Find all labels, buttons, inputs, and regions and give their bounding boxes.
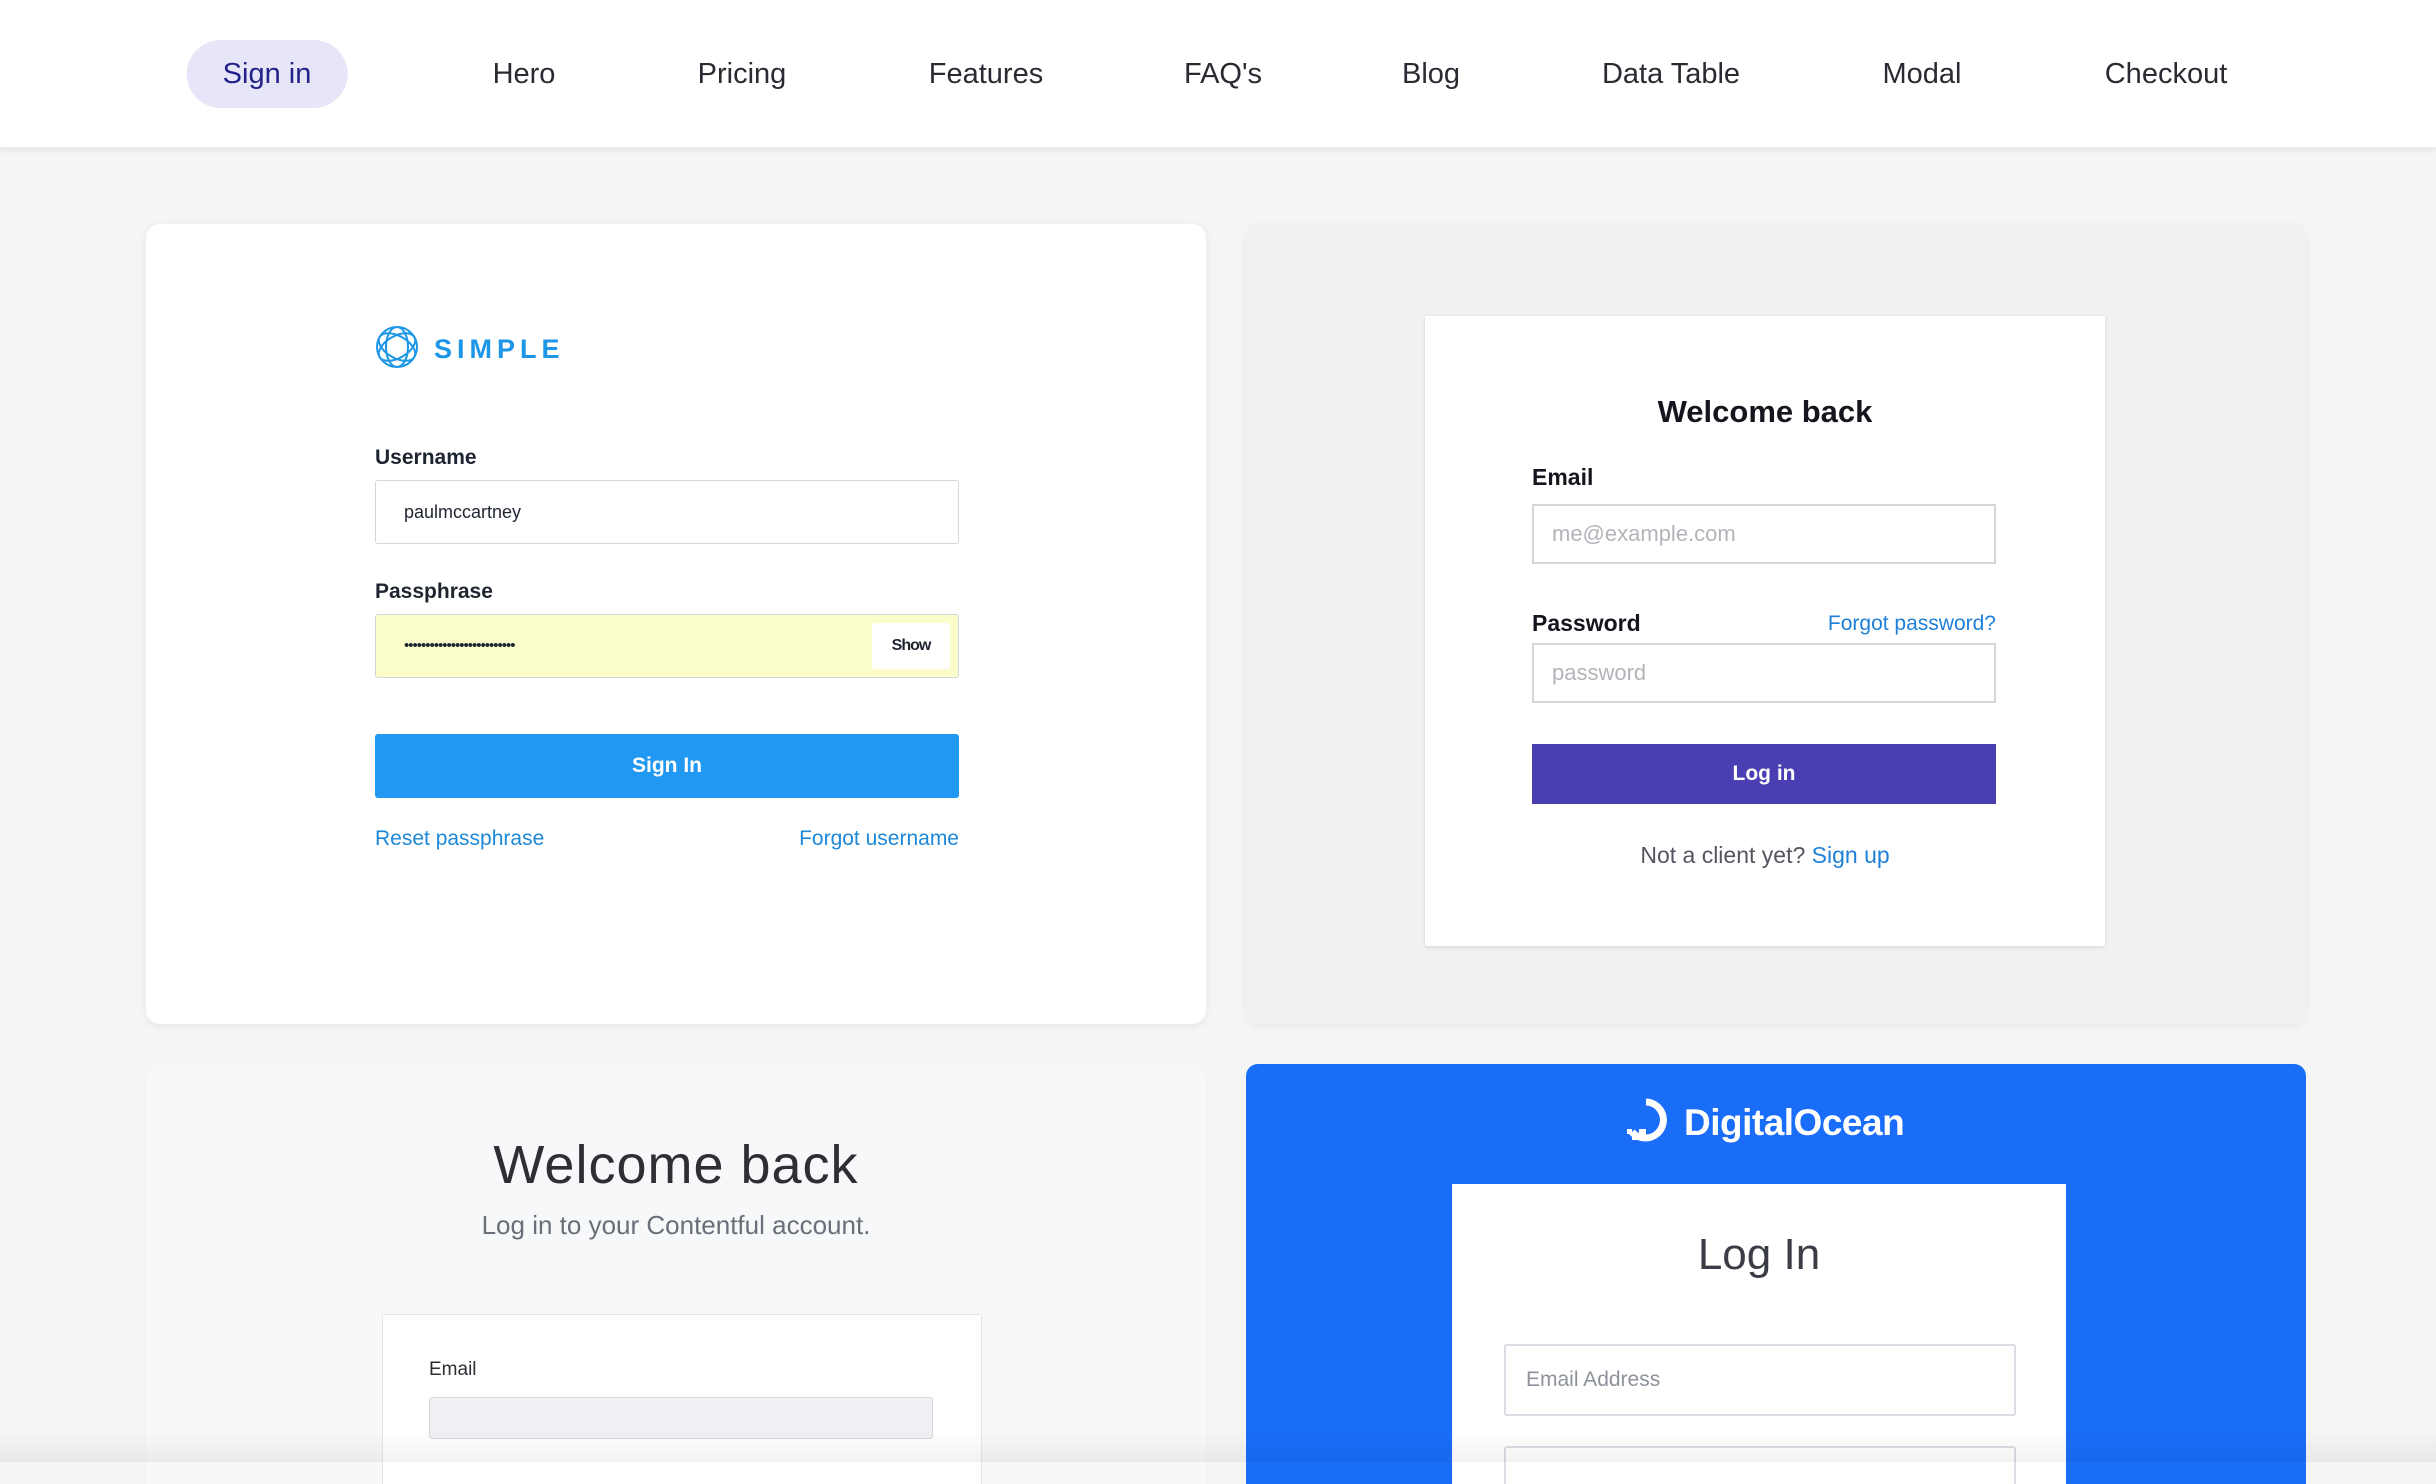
digitalocean-brand-name: DigitalOcean — [1684, 1101, 1905, 1143]
sign-in-button[interactable]: Sign In — [375, 734, 959, 798]
password-label: Password — [1532, 610, 1641, 636]
contentful-email-label: Email — [429, 1359, 477, 1380]
contentful-title: Welcome back — [493, 1135, 859, 1195]
username-label: Username — [375, 446, 477, 469]
simple-brand-name: SIMPLE — [434, 334, 565, 364]
nav-item-pricing[interactable]: Pricing — [698, 40, 787, 108]
sign-up-link[interactable]: Sign up — [1812, 842, 1890, 868]
digitalocean-password-input[interactable] — [1504, 1446, 2016, 1484]
forgot-password-link[interactable]: Forgot password? — [1828, 612, 1996, 636]
nav-item-modal[interactable]: Modal — [1883, 40, 1962, 108]
welcome-login-panel: Welcome back Email me@example.com Passwo… — [1425, 316, 2105, 946]
email-input[interactable]: me@example.com — [1532, 504, 1996, 564]
username-input[interactable]: paulmccartney — [375, 480, 959, 544]
passphrase-input[interactable]: •••••••••••••••••••••••••• Show — [375, 614, 959, 678]
forgot-username-link[interactable]: Forgot username — [799, 827, 959, 851]
digitalocean-logo-icon — [1622, 1096, 1670, 1149]
simple-logo: SIMPLE — [374, 324, 565, 375]
contentful-form: Email — [382, 1314, 982, 1484]
nav-item-features[interactable]: Features — [929, 40, 1043, 108]
password-input[interactable]: password — [1532, 643, 1996, 703]
digitalocean-logo: DigitalOcean — [1622, 1096, 1905, 1149]
log-in-button[interactable]: Log in — [1532, 744, 1996, 804]
simple-login-card: SIMPLE Username paulmccartney Passphrase… — [146, 224, 1206, 1024]
passphrase-label: Passphrase — [375, 580, 493, 603]
signup-prompt: Not a client yet? Sign up — [1425, 842, 2105, 869]
digitalocean-login-panel: Log In Email Address — [1452, 1184, 2066, 1484]
signup-prompt-text: Not a client yet? — [1640, 842, 1806, 868]
show-passphrase-button[interactable]: Show — [872, 623, 950, 669]
digitalocean-title: Log In — [1697, 1230, 1821, 1279]
digitalocean-login-card: DigitalOcean Log In Email Address — [1246, 1064, 2306, 1484]
contentful-login-card: Welcome back Log in to your Contentful a… — [146, 1064, 1206, 1484]
nav-item-checkout[interactable]: Checkout — [2105, 40, 2228, 108]
top-navigation: Sign in Hero Pricing Features FAQ's Blog… — [0, 0, 2436, 148]
nav-item-blog[interactable]: Blog — [1402, 40, 1460, 108]
simple-logo-icon — [374, 324, 420, 375]
welcome-title: Welcome back — [1657, 394, 1873, 429]
nav-item-data-table[interactable]: Data Table — [1602, 40, 1740, 108]
contentful-subtitle: Log in to your Contentful account. — [481, 1210, 871, 1240]
nav-item-sign-in[interactable]: Sign in — [186, 40, 348, 108]
nav-item-faqs[interactable]: FAQ's — [1184, 40, 1262, 108]
digitalocean-email-input[interactable]: Email Address — [1504, 1344, 2016, 1416]
welcome-login-card: Welcome back Email me@example.com Passwo… — [1246, 224, 2306, 1024]
reset-passphrase-link[interactable]: Reset passphrase — [375, 827, 544, 851]
contentful-email-input[interactable] — [429, 1397, 933, 1439]
email-label: Email — [1532, 464, 1594, 490]
nav-item-hero[interactable]: Hero — [493, 40, 556, 108]
passphrase-value: •••••••••••••••••••••••••• — [404, 637, 516, 654]
